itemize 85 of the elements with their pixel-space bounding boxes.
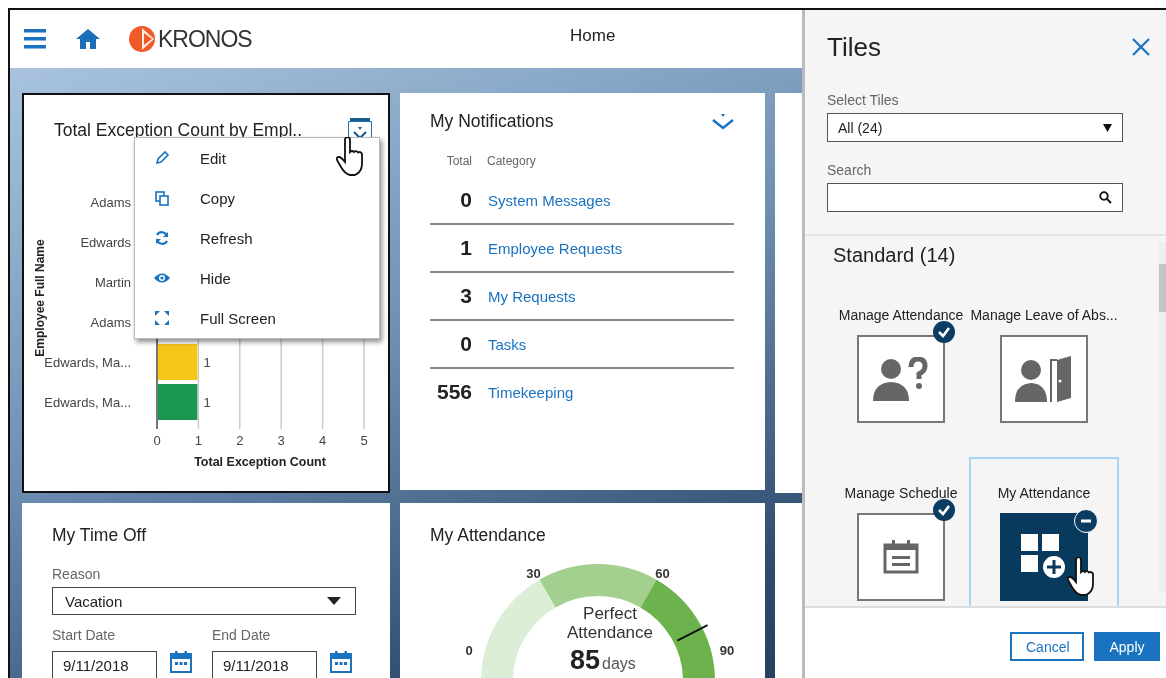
field-label: End Date: [212, 627, 272, 643]
y-axis-title: Employee Full Name: [33, 239, 47, 357]
page-title: Home: [570, 26, 616, 46]
data-bar: [158, 384, 198, 420]
calendar-icon[interactable]: [330, 651, 352, 673]
chevron-down-icon[interactable]: [711, 113, 735, 130]
calendar-list-icon: [883, 540, 919, 574]
axis-label: Martin: [94, 275, 131, 290]
axis-label: Adams: [90, 315, 131, 330]
notification-count: 3: [459, 284, 472, 308]
axis-label: Adams: [90, 195, 131, 210]
logo-icon: [128, 25, 156, 53]
home-icon[interactable]: [76, 29, 100, 49]
apply-button[interactable]: Apply: [1094, 632, 1160, 661]
eye-icon: [154, 272, 170, 284]
tiles-dropdown[interactable]: All (24): [827, 113, 1123, 142]
axis-label: Edwards: [80, 235, 131, 250]
tick-label: 5: [360, 433, 368, 448]
notification-count: 0: [459, 332, 472, 356]
tile-title: My Attendance: [430, 525, 547, 546]
caret-icon: [1103, 123, 1112, 132]
gauge-value: 85: [570, 645, 601, 676]
search-field[interactable]: [827, 183, 1123, 212]
menu-icon[interactable]: [24, 29, 46, 49]
logo-text: KRONOS: [158, 25, 252, 53]
cancel-button[interactable]: Cancel: [1010, 632, 1084, 661]
gauge-unit: days: [602, 655, 636, 673]
data-label: 1: [203, 355, 211, 370]
gauge-tick-label: 60: [655, 565, 670, 581]
panel-title: Tiles: [827, 31, 881, 63]
tick-label: 4: [319, 433, 327, 448]
gauge-tick-label: 0: [465, 643, 473, 658]
tick-label: 1: [194, 433, 202, 448]
tick-label: 3: [277, 433, 285, 448]
tick-label: 2: [236, 433, 244, 448]
tick-label: 0: [153, 433, 161, 448]
expand-icon: [154, 310, 170, 326]
data-label: 1: [203, 395, 211, 410]
date-field[interactable]: 9/11/2018: [52, 651, 157, 678]
scrollbar[interactable]: [1159, 242, 1166, 592]
menu-item[interactable]: Refresh: [135, 218, 379, 258]
field-label: Reason: [52, 566, 102, 582]
field-label: Search: [827, 162, 873, 178]
gauge-tick-label: 90: [719, 643, 735, 658]
close-icon[interactable]: [1132, 38, 1150, 56]
notification-link[interactable]: Timekeeping: [488, 383, 574, 401]
refresh-icon: [154, 230, 170, 246]
caret-icon: [327, 597, 341, 605]
person-door-icon: [1015, 356, 1073, 402]
notification-count: 0: [459, 188, 472, 212]
field-label: Start Date: [52, 627, 117, 643]
tile-title: My Notifications: [430, 111, 554, 132]
tile-title: My Time Off: [52, 525, 147, 546]
gauge-tick-label: 30: [526, 565, 541, 581]
reason-dropdown[interactable]: Vacation: [52, 587, 356, 615]
person-question-icon: [873, 357, 929, 401]
column-header: Total: [445, 154, 472, 168]
calendar-icon[interactable]: [170, 651, 192, 673]
axis-label: Edwards, Ma...: [44, 395, 131, 410]
tile-option[interactable]: Manage Schedule: [833, 471, 969, 606]
copy-icon: [154, 190, 170, 206]
menu-item[interactable]: Hide: [135, 258, 379, 298]
section-title: Standard (14): [833, 244, 957, 267]
add-tiles-icon: [1021, 534, 1067, 580]
tile-option[interactable]: Manage Attendance: [833, 293, 969, 471]
axis-label: Edwards, Ma...: [44, 355, 131, 370]
column-header: Category: [487, 154, 536, 168]
data-bar: [158, 344, 198, 380]
menu-item[interactable]: Copy: [135, 178, 379, 218]
notification-link[interactable]: System Messages: [488, 191, 611, 209]
date-field[interactable]: 9/11/2018: [212, 651, 317, 678]
hand-cursor-icon: [1067, 557, 1097, 597]
notification-link[interactable]: My Requests: [488, 287, 576, 305]
search-icon: [1099, 191, 1112, 204]
pencil-icon: [154, 150, 170, 166]
x-axis-title: Total Exception Count: [194, 455, 326, 469]
notification-link[interactable]: Employee Requests: [488, 239, 623, 257]
chevron-down-icon: [353, 127, 367, 139]
menu-item[interactable]: Full Screen: [135, 298, 379, 338]
notification-count: 1: [459, 236, 472, 260]
notification-count: 556: [435, 380, 472, 404]
menu-item[interactable]: Edit: [135, 138, 379, 178]
field-label: Select Tiles: [827, 92, 900, 108]
gauge-label: Perfect Attendance: [566, 605, 654, 643]
notification-link[interactable]: Tasks: [488, 335, 527, 353]
